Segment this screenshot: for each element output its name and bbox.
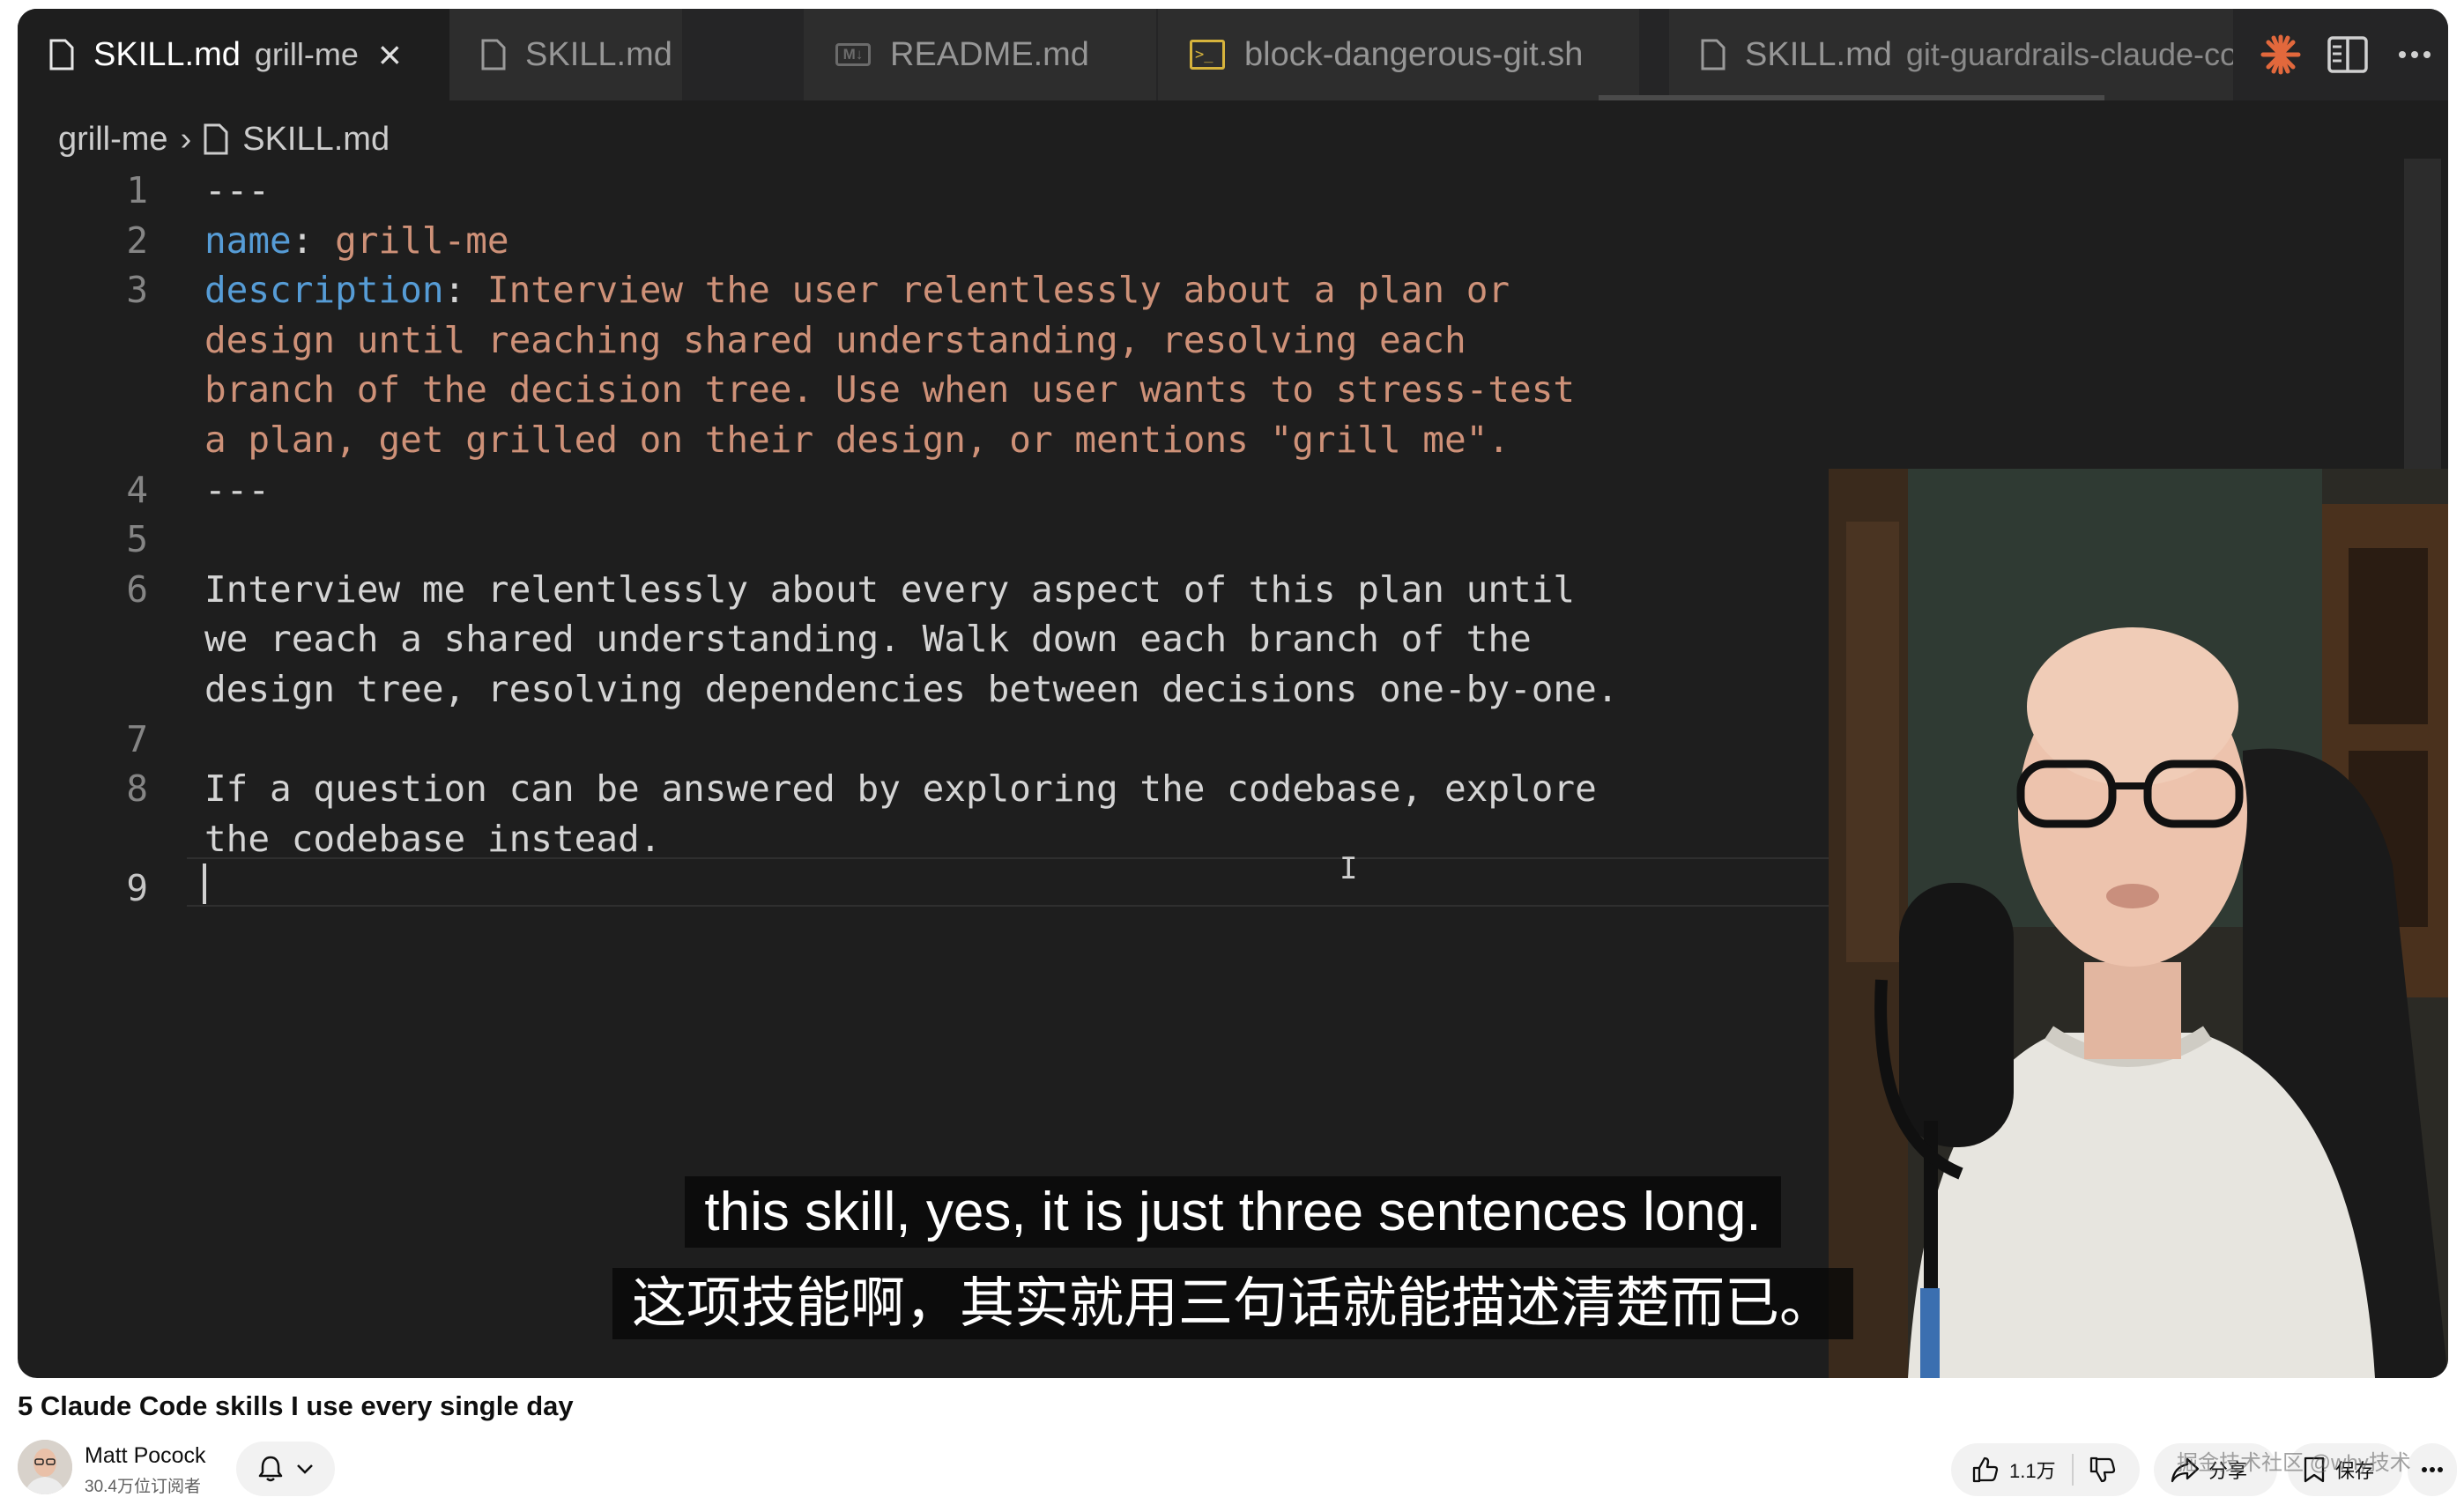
tab-scrollbar[interactable]: [1599, 95, 2104, 100]
avatar-icon: [18, 1440, 72, 1494]
yaml-colon: :: [291, 219, 336, 262]
channel-name[interactable]: Matt Pocock: [85, 1443, 206, 1469]
line-number: 7: [126, 717, 148, 760]
line-text: ---: [204, 468, 271, 511]
yaml-value: Interview the user relentlessly about a …: [486, 269, 1510, 312]
divider: [2071, 1454, 2074, 1486]
video-player[interactable]: SKILL.md grill-me × SKILL.md tdd M↓ READ…: [18, 9, 2448, 1378]
yaml-colon: :: [443, 269, 487, 312]
breadcrumb-file[interactable]: SKILL.md: [242, 121, 390, 159]
yaml-value: branch of the decision tree. Use when us…: [204, 368, 1576, 411]
code-line: 1 ---: [18, 166, 2448, 216]
breadcrumb-folder[interactable]: grill-me: [58, 121, 168, 159]
tab-readme[interactable]: M↓ README.md: [804, 9, 1156, 100]
claude-icon[interactable]: [2247, 9, 2314, 100]
thumbs-up-icon: [1972, 1456, 1999, 1483]
editor-actions: [2247, 9, 2448, 100]
line-text: we reach a shared understanding. Walk do…: [204, 618, 1532, 661]
line-number: 4: [126, 468, 148, 511]
line-number: 9: [126, 867, 148, 910]
file-icon: [49, 39, 74, 70]
subtitle-chinese-text: 这项技能啊，其实就用三句话就能描述清楚而已。: [612, 1268, 1853, 1339]
more-options-button[interactable]: [2408, 1443, 2457, 1496]
line-number: 3: [126, 269, 148, 312]
yaml-value: a plan, get grilled on their design, or …: [204, 418, 1510, 461]
line-number: 6: [126, 567, 148, 611]
line-number: 8: [126, 767, 148, 811]
line-text: the codebase instead.: [204, 817, 662, 860]
bell-icon: [258, 1456, 283, 1482]
chevron-right-icon: ›: [180, 120, 192, 158]
line-text: ---: [204, 169, 271, 211]
split-editor-icon[interactable]: [2314, 9, 2381, 100]
code-line: design until reaching shared understandi…: [18, 315, 2448, 366]
yaml-key: description: [204, 269, 444, 312]
code-line: a plan, get grilled on their design, or …: [18, 415, 2448, 465]
tab-description: grill-me: [254, 36, 359, 72]
like-count: 1.1万: [2009, 1460, 2056, 1482]
tab-skill-grill-me[interactable]: SKILL.md grill-me ×: [18, 9, 449, 100]
tab-description: git-guardrails-claude-co: [1905, 36, 2233, 72]
line-text: If a question can be answered by explori…: [204, 767, 1597, 811]
file-icon: [1701, 39, 1726, 70]
line-number: 5: [126, 518, 148, 561]
current-line-highlight: [187, 857, 1844, 907]
tab-label: SKILL.md: [93, 35, 241, 73]
subtitle-english-text: this skill, yes, it is just three senten…: [685, 1176, 1781, 1248]
line-number: 2: [126, 219, 148, 262]
subscribed-button[interactable]: [236, 1442, 335, 1496]
editor-tab-bar: SKILL.md grill-me × SKILL.md tdd M↓ READ…: [18, 9, 2448, 100]
tab-label: README.md: [890, 35, 1089, 73]
line-number: 1: [126, 169, 148, 211]
ibeam-cursor-icon: I: [1340, 851, 1358, 886]
subscriber-count: 30.4万位订阅者: [85, 1478, 201, 1496]
dislike-button[interactable]: [2088, 1456, 2116, 1484]
subtitle-chinese: 这项技能啊，其实就用三句话就能描述清楚而已。: [18, 1258, 2448, 1339]
more-horizontal-icon: [2422, 1467, 2443, 1472]
line-text: Interview me relentlessly about every as…: [204, 567, 1576, 611]
tab-block-dangerous-git[interactable]: >_ block-dangerous-git.sh: [1158, 9, 1639, 100]
avatar[interactable]: [18, 1440, 72, 1494]
breadcrumb: grill-me › SKILL.md: [58, 104, 390, 174]
chevron-down-icon: [297, 1464, 313, 1474]
thumbs-down-icon: [2089, 1456, 2115, 1483]
markdown-icon: M↓: [835, 43, 871, 66]
tab-label: SKILL.md: [1745, 35, 1892, 73]
more-actions-icon[interactable]: [2381, 9, 2448, 100]
yaml-value: design until reaching shared understandi…: [204, 318, 1466, 361]
tab-label: SKILL.md: [525, 35, 672, 73]
yaml-value: grill-me: [335, 219, 509, 262]
video-title: 5 Claude Code skills I use every single …: [18, 1390, 574, 1421]
tab-label: block-dangerous-git.sh: [1244, 35, 1584, 73]
like-dislike-group: 1.1万: [1951, 1443, 2140, 1496]
tab-skill-git-guardrails[interactable]: SKILL.md git-guardrails-claude-co: [1669, 9, 2233, 100]
subtitle-english: this skill, yes, it is just three senten…: [18, 1176, 2448, 1248]
yaml-key: name: [204, 219, 292, 262]
code-line: branch of the decision tree. Use when us…: [18, 365, 2448, 415]
tab-skill-tdd[interactable]: SKILL.md tdd: [449, 9, 682, 100]
close-icon[interactable]: ×: [378, 34, 402, 75]
text-caret: [203, 863, 206, 904]
file-icon: [204, 123, 228, 155]
file-icon: [481, 39, 506, 70]
terminal-file-icon: >_: [1190, 40, 1225, 70]
line-text: design tree, resolving dependencies betw…: [204, 667, 1619, 710]
code-line: 3 description: Interview the user relentl…: [18, 265, 2448, 315]
code-line: 2 name: grill-me: [18, 216, 2448, 266]
watermark: 掘金技术社区 @why技术: [2177, 1451, 2411, 1475]
like-button[interactable]: 1.1万: [1970, 1456, 2056, 1484]
